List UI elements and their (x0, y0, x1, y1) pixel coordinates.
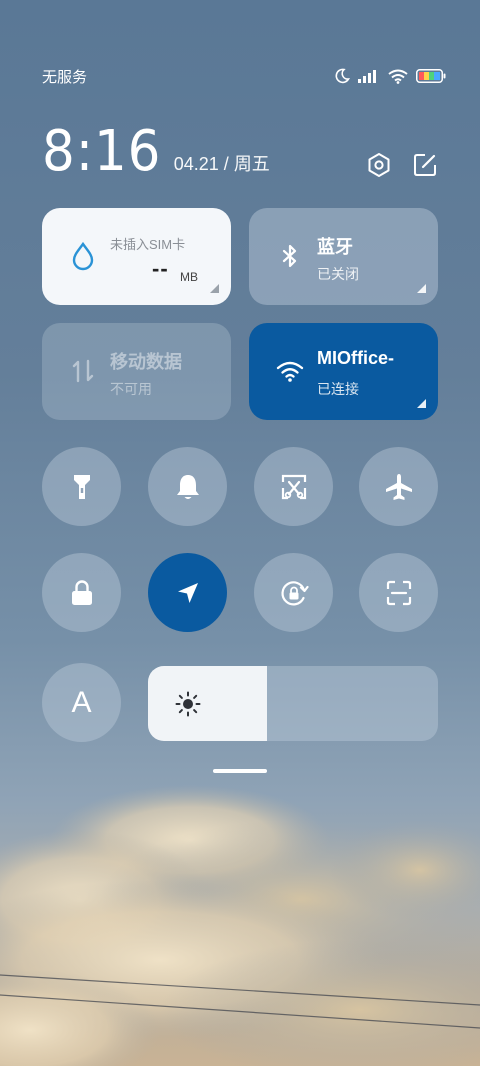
bluetooth-icon (282, 244, 297, 268)
mobile-data-title: 移动数据 (110, 352, 182, 372)
airplane-toggle[interactable] (359, 447, 438, 526)
brightness-fill (148, 666, 267, 741)
header-actions (366, 152, 438, 178)
expand-corner-icon (417, 284, 426, 293)
wifi-tile[interactable]: MIOffice- 已连接 (249, 323, 438, 420)
screenshot-toggle[interactable] (254, 447, 333, 526)
flashlight-toggle[interactable] (42, 447, 121, 526)
wifi-network-name: MIOffice- (317, 348, 395, 368)
airplane-icon (385, 473, 412, 500)
scan-toggle[interactable] (359, 553, 438, 632)
wifi-icon (388, 69, 408, 84)
scan-icon (386, 580, 411, 605)
sun-icon (175, 691, 201, 717)
edit-icon[interactable] (412, 152, 438, 178)
lock-screen-toggle[interactable] (42, 553, 121, 632)
lock-icon (71, 579, 92, 605)
date-label: 04.21 / 周五 (173, 154, 270, 174)
bluetooth-status: 已关闭 (317, 266, 359, 282)
status-icons (334, 68, 446, 84)
expand-corner-icon (210, 284, 219, 293)
mobile-data-status: 不可用 (110, 381, 152, 397)
time-row: 8:16 04.21 / 周五 (42, 120, 438, 184)
auto-brightness-label: A (71, 685, 92, 719)
data-tile-title: 未插入SIM卡 (110, 237, 186, 252)
carrier-label: 无服务 (42, 68, 88, 86)
data-usage-tile[interactable]: 未插入SIM卡 -- MB (42, 208, 231, 305)
location-icon (177, 582, 198, 603)
expand-corner-icon (417, 399, 426, 408)
data-usage-value: -- (152, 256, 169, 281)
bell-icon (176, 474, 199, 499)
screenshot-icon (281, 474, 306, 499)
settings-icon[interactable] (366, 152, 392, 178)
flashlight-icon (73, 474, 90, 499)
rotation-lock-toggle[interactable] (254, 553, 333, 632)
mobile-data-icon (72, 359, 94, 383)
bluetooth-tile[interactable]: 蓝牙 已关闭 (249, 208, 438, 305)
clock: 8:16 (42, 119, 162, 184)
rotation-lock-icon (280, 580, 309, 605)
brightness-slider[interactable] (148, 666, 438, 741)
moon-icon (335, 68, 350, 84)
water-drop-icon (72, 241, 94, 271)
bluetooth-title: 蓝牙 (317, 237, 353, 257)
wifi-status: 已连接 (317, 381, 359, 397)
data-usage-unit: MB (180, 270, 198, 284)
mobile-data-tile[interactable]: 移动数据 不可用 (42, 323, 231, 420)
auto-brightness-toggle[interactable]: A (42, 663, 121, 742)
battery-icon (416, 69, 446, 83)
status-bar: 无服务 (42, 62, 446, 90)
signal-icon (358, 70, 376, 83)
sound-toggle[interactable] (148, 447, 227, 526)
wifi-icon (276, 361, 304, 382)
location-toggle[interactable] (148, 553, 227, 632)
panel-drag-handle[interactable] (213, 769, 267, 773)
